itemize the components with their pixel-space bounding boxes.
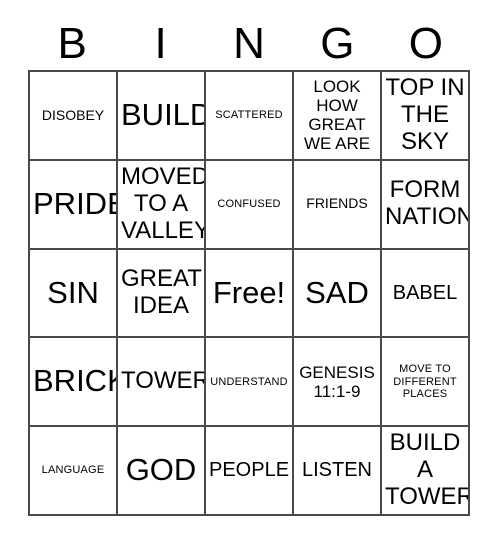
bingo-cell-label: DISOBEY <box>41 106 105 123</box>
bingo-cell-label: GOD <box>125 452 197 488</box>
bingo-cell[interactable]: SAD <box>294 249 382 339</box>
bingo-cell[interactable]: LANGUAGE <box>30 427 118 516</box>
bingo-header-letter-i: I <box>154 19 167 68</box>
bingo-header-letter-b: B <box>57 19 87 68</box>
bingo-cell[interactable]: BUILD A TOWER <box>382 427 470 516</box>
bingo-cell[interactable]: FORM NATION <box>382 160 470 250</box>
bingo-cell-label: LANGUAGE <box>41 464 105 477</box>
bingo-cell[interactable]: BABEL <box>382 249 470 339</box>
bingo-cell-label: PEOPLE <box>209 459 290 482</box>
bingo-cell-label: MOVED TO A VALLEY <box>121 162 206 244</box>
bingo-cell-label: SCATTERED <box>215 109 283 122</box>
bingo-cell-label: SAD <box>305 274 369 310</box>
bingo-grid: DISOBEY BUILD SCATTERED LOOK HOW GREAT WE A… <box>28 70 470 516</box>
bingo-cell-label: BABEL <box>392 281 458 304</box>
bingo-cell-label: LISTEN <box>301 459 373 482</box>
bingo-cell-label: SIN <box>47 274 99 310</box>
bingo-cell[interactable]: TOWER <box>118 338 206 428</box>
bingo-cell[interactable]: MOVE TO DIFFERENT PLACES <box>382 338 470 428</box>
bingo-cell[interactable]: GOD <box>118 427 206 516</box>
bingo-cell[interactable]: TOP IN THE SKY <box>382 72 470 161</box>
bingo-header-row: B I N G O <box>28 18 470 70</box>
bingo-cell-label: MOVE TO DIFFERENT PLACES <box>393 363 457 400</box>
bingo-cell[interactable]: LOOK HOW GREAT WE ARE <box>294 72 382 161</box>
bingo-cell[interactable]: SCATTERED <box>206 72 294 161</box>
bingo-cell-free[interactable]: Free! <box>206 249 294 339</box>
bingo-cell-label: BUILD <box>121 97 206 133</box>
bingo-header-letter-o: O <box>408 19 443 68</box>
bingo-cell-label: FRIENDS <box>306 195 368 212</box>
bingo-card: B I N G O DISOBEY BUILD SCATTERED LOOK HOW … <box>0 0 500 544</box>
bingo-cell-label: TOP IN THE SKY <box>385 74 465 155</box>
bingo-cell-label: PRIDE <box>33 185 116 221</box>
bingo-cell-label: Free! <box>212 274 286 310</box>
bingo-cell[interactable]: DISOBEY <box>30 72 118 161</box>
bingo-cell-label: TOWER <box>121 367 206 395</box>
bingo-cell[interactable]: MOVED TO A VALLEY <box>118 160 206 250</box>
bingo-cell[interactable]: BUILD <box>118 72 206 161</box>
bingo-header-letter-g: G <box>320 19 355 68</box>
bingo-cell[interactable]: PRIDE <box>30 160 118 250</box>
bingo-cell-label: FORM NATION <box>385 176 470 231</box>
bingo-cell[interactable]: PEOPLE <box>206 427 294 516</box>
bingo-cell-label: GREAT IDEA <box>121 265 202 319</box>
bingo-cell-label: LOOK HOW GREAT WE ARE <box>303 77 371 154</box>
bingo-header-letter-n: N <box>233 19 265 68</box>
bingo-cell-label: UNDERSTAND <box>210 375 288 388</box>
bingo-cell[interactable]: FRIENDS <box>294 160 382 250</box>
bingo-cell[interactable]: UNDERSTAND <box>206 338 294 428</box>
bingo-cell[interactable]: LISTEN <box>294 427 382 516</box>
bingo-cell[interactable]: CONFUSED <box>206 160 294 250</box>
bingo-cell[interactable]: GENESIS 11:1-9 <box>294 338 382 428</box>
bingo-cell-label: CONFUSED <box>217 198 281 211</box>
bingo-cell-label: BRICK <box>33 363 116 399</box>
bingo-cell[interactable]: GREAT IDEA <box>118 249 206 339</box>
bingo-cell-label: BUILD A TOWER <box>385 429 470 511</box>
bingo-cell[interactable]: BRICK <box>30 338 118 428</box>
bingo-cell[interactable]: SIN <box>30 249 118 339</box>
bingo-cell-label: GENESIS 11:1-9 <box>299 362 375 401</box>
